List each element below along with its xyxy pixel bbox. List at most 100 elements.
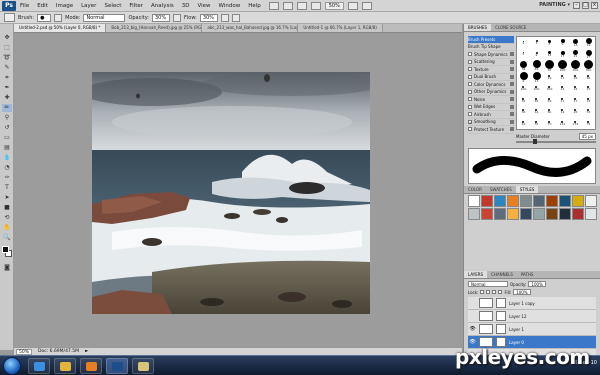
quick-mask-icon[interactable]: ◙ bbox=[2, 264, 12, 272]
brush-setting-row[interactable]: Airbrush bbox=[468, 111, 514, 119]
lock-icon[interactable] bbox=[510, 104, 514, 109]
style-swatch[interactable] bbox=[520, 195, 532, 207]
brush-tool-icon[interactable]: ✏ bbox=[2, 104, 12, 112]
tab-styles[interactable]: STYLES bbox=[515, 186, 539, 193]
brush-tip[interactable]: 13 bbox=[573, 38, 578, 47]
brush-setting-checkbox[interactable] bbox=[468, 89, 472, 94]
flow-field[interactable]: 30% bbox=[199, 13, 218, 22]
brush-tip[interactable]: 200 bbox=[534, 86, 539, 91]
brush-setting-checkbox[interactable] bbox=[468, 82, 472, 87]
style-swatch[interactable] bbox=[585, 208, 597, 220]
layer-visibility-eye-icon[interactable] bbox=[469, 300, 476, 307]
taskbar-folder-icon[interactable] bbox=[132, 358, 154, 374]
healing-tool-icon[interactable]: ✚ bbox=[2, 94, 12, 102]
tab-swatches[interactable]: SWATCHES bbox=[486, 186, 516, 193]
tab-layers[interactable]: LAYERS bbox=[464, 271, 488, 278]
lock-icon[interactable] bbox=[510, 119, 514, 124]
lock-transparency-icon[interactable] bbox=[480, 290, 485, 294]
brush-tip[interactable]: 19 bbox=[548, 74, 551, 80]
lasso-tool-icon[interactable]: ➰ bbox=[2, 54, 12, 62]
lock-pixels-icon[interactable] bbox=[486, 290, 491, 294]
menu-filter[interactable]: Filter bbox=[125, 3, 147, 9]
style-swatch[interactable] bbox=[468, 208, 480, 220]
lock-icon[interactable] bbox=[510, 112, 514, 117]
menu-3d[interactable]: 3D bbox=[178, 3, 194, 9]
style-swatch[interactable] bbox=[546, 208, 558, 220]
brush-tip[interactable]: 23 bbox=[587, 97, 590, 103]
brush-setting-row[interactable]: Shape Dynamics bbox=[468, 51, 514, 59]
layer-visibility-eye-icon[interactable]: 👁 bbox=[469, 326, 476, 333]
bridge-icon[interactable] bbox=[268, 1, 279, 10]
brush-tip[interactable]: 45 bbox=[574, 74, 577, 80]
zoom-level-select[interactable]: 50% bbox=[324, 1, 344, 10]
maximize-button[interactable]: □ bbox=[582, 2, 589, 9]
brush-tip[interactable]: 17 bbox=[560, 50, 565, 58]
layer-thumbnail[interactable] bbox=[479, 324, 493, 334]
brush-setting-row[interactable]: Texture bbox=[468, 66, 514, 74]
pen-tool-icon[interactable]: ✑ bbox=[2, 174, 12, 182]
brush-tip[interactable]: 13 bbox=[548, 51, 551, 57]
brush-tip[interactable]: 26 bbox=[574, 109, 577, 114]
clone-stamp-tool-icon[interactable]: ⚲ bbox=[2, 114, 12, 122]
style-swatch[interactable] bbox=[520, 208, 532, 220]
brush-tip[interactable]: 33 bbox=[587, 109, 590, 114]
tab-paths[interactable]: PATHS bbox=[517, 271, 538, 278]
master-diameter-field[interactable]: 45 px bbox=[578, 132, 596, 140]
mini-bridge-icon[interactable] bbox=[282, 1, 293, 10]
airbrush-icon[interactable] bbox=[220, 13, 229, 22]
brush-tip[interactable]: 74 bbox=[587, 120, 590, 126]
brush-setting-row[interactable]: Dual Brush bbox=[468, 74, 514, 81]
brush-setting-checkbox[interactable] bbox=[468, 119, 472, 124]
lock-icon[interactable] bbox=[510, 67, 514, 72]
brush-tip[interactable]: 55 bbox=[535, 120, 538, 126]
brush-tip[interactable]: 9 bbox=[519, 71, 528, 83]
style-swatch[interactable] bbox=[494, 195, 506, 207]
brush-setting-checkbox[interactable] bbox=[468, 59, 472, 64]
lock-icon[interactable] bbox=[510, 52, 514, 57]
eraser-tool-icon[interactable]: ▭ bbox=[2, 134, 12, 142]
tab-clone-source[interactable]: CLONE SOURCE bbox=[491, 24, 530, 31]
brush-picker[interactable]: ● bbox=[37, 13, 52, 22]
hand-tool-icon[interactable]: ✋ bbox=[2, 224, 12, 232]
taskbar-media-player-icon[interactable] bbox=[80, 358, 102, 374]
brush-tip[interactable]: 27 bbox=[585, 49, 592, 59]
style-swatch[interactable] bbox=[507, 208, 519, 220]
brush-setting-row[interactable]: Wet Edges bbox=[468, 104, 514, 111]
brush-tip[interactable]: 36 bbox=[522, 109, 525, 114]
layer-row[interactable]: 👁 Layer 1 bbox=[468, 323, 596, 336]
menu-view[interactable]: View bbox=[193, 3, 214, 9]
lock-all-icon[interactable] bbox=[498, 290, 503, 294]
master-diameter-slider[interactable] bbox=[516, 139, 596, 144]
dodge-tool-icon[interactable]: ◔ bbox=[2, 164, 12, 172]
menu-edit[interactable]: Edit bbox=[33, 3, 52, 9]
quick-select-tool-icon[interactable]: ✎ bbox=[2, 64, 12, 72]
brush-setting-checkbox[interactable] bbox=[468, 52, 472, 57]
style-swatch[interactable] bbox=[533, 195, 545, 207]
lock-icon[interactable] bbox=[510, 127, 514, 132]
layer-mask-thumbnail[interactable] bbox=[496, 298, 506, 308]
lock-icon[interactable] bbox=[510, 59, 514, 64]
canvas-image[interactable] bbox=[92, 72, 370, 314]
brush-tip[interactable]: 5 bbox=[523, 52, 524, 56]
brush-tip[interactable]: 60 bbox=[548, 109, 551, 114]
brush-tip[interactable]: 17 bbox=[574, 97, 577, 103]
foreground-color-swatch[interactable] bbox=[2, 246, 9, 253]
gradient-tool-icon[interactable]: ▤ bbox=[2, 144, 12, 152]
menu-layer[interactable]: Layer bbox=[77, 3, 100, 9]
brush-tip[interactable]: 112 bbox=[560, 120, 565, 126]
tab-document-1[interactable]: Untitled-2.psd @ 50% (Layer 0, RGB/8) * bbox=[14, 24, 107, 32]
brush-tip[interactable]: 65 bbox=[545, 59, 554, 72]
style-swatch[interactable] bbox=[572, 208, 584, 220]
brush-tip[interactable]: 65 bbox=[587, 74, 590, 80]
lock-icon[interactable] bbox=[510, 89, 514, 94]
style-swatch[interactable] bbox=[559, 195, 571, 207]
tab-document-4[interactable]: Untitled-1 @ 66.7% (Layer 1, RGB/8) bbox=[298, 24, 383, 32]
style-swatch[interactable] bbox=[468, 195, 480, 207]
style-swatch[interactable] bbox=[533, 208, 545, 220]
brush-setting-row[interactable]: Protect Texture bbox=[468, 126, 514, 134]
brush-tip[interactable]: 9 bbox=[535, 51, 538, 57]
layer-thumbnail[interactable] bbox=[479, 311, 493, 321]
brush-setting-checkbox[interactable] bbox=[468, 104, 472, 109]
layer-thumbnail[interactable] bbox=[479, 298, 493, 308]
menu-file[interactable]: File bbox=[16, 3, 33, 9]
